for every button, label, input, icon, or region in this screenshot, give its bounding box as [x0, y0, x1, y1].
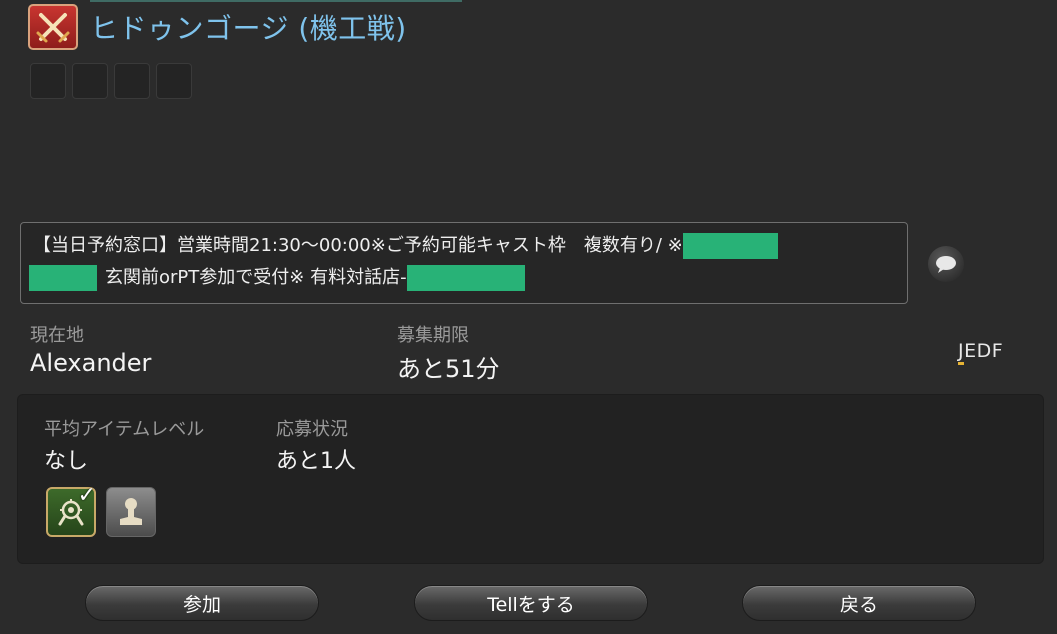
recruit-status-label: 応募状況	[276, 419, 348, 440]
location-value: Alexander	[30, 349, 152, 377]
deadline-label: 募集期限	[397, 325, 469, 346]
redaction-block	[406, 265, 525, 291]
empty-slots	[30, 63, 192, 99]
chat-bubble-icon[interactable]	[928, 246, 964, 282]
location-label: 現在地	[30, 325, 84, 346]
item-level-info: 平均アイテムレベル なし	[44, 415, 204, 475]
item-level-label: 平均アイテムレベル	[44, 419, 205, 440]
recruitment-comment: 【当日予約窓口】営業時間21:30～00:00※ご予約可能キャスト枠 複数有り/…	[20, 222, 908, 304]
party-slots: ✓	[46, 483, 156, 537]
redaction-block	[682, 233, 778, 259]
tell-button[interactable]: Tellをする	[414, 585, 648, 621]
comment-text-2: 玄関前orPT参加で受付※ 有料対話店-	[105, 267, 407, 288]
redaction-block	[29, 265, 97, 291]
deadline-value: あと51分	[397, 355, 500, 383]
filled-member-icon[interactable]: ✓	[46, 483, 96, 537]
crossed-swords-icon	[28, 4, 78, 50]
item-level-value: なし	[44, 449, 89, 474]
join-button[interactable]: 参加	[85, 585, 319, 621]
comment-text-1: 【当日予約窓口】営業時間21:30～00:00※ご予約可能キャスト枠 複数有り/…	[33, 235, 683, 256]
empty-slot	[114, 63, 150, 99]
language-flags: JEDF	[958, 340, 1004, 365]
duty-header: ヒドゥンゴージ (機工戦)	[28, 4, 407, 50]
open-slot-icon[interactable]	[106, 487, 156, 537]
deadline-info: 募集期限 あと51分	[397, 321, 500, 384]
back-button[interactable]: 戻る	[742, 585, 976, 621]
comment-line-1: 【当日予約窓口】営業時間21:30～00:00※ご予約可能キャスト枠 複数有り/…	[33, 230, 895, 262]
empty-slot	[30, 63, 66, 99]
location-info: 現在地 Alexander	[30, 321, 151, 377]
recruit-status-info: 応募状況 あと1人	[276, 415, 356, 475]
party-info-panel: 平均アイテムレベル なし 応募状況 あと1人 ✓	[17, 394, 1044, 564]
window-top-edge	[90, 0, 462, 2]
check-icon: ✓	[77, 483, 96, 508]
language-rest: EDF	[964, 340, 1004, 362]
empty-slot	[72, 63, 108, 99]
comment-line-2: 玄関前orPT参加で受付※ 有料対話店-	[29, 262, 895, 294]
empty-slot	[156, 63, 192, 99]
recruit-status-value: あと1人	[276, 449, 356, 474]
duty-title: ヒドゥンゴージ (機工戦)	[90, 12, 407, 45]
